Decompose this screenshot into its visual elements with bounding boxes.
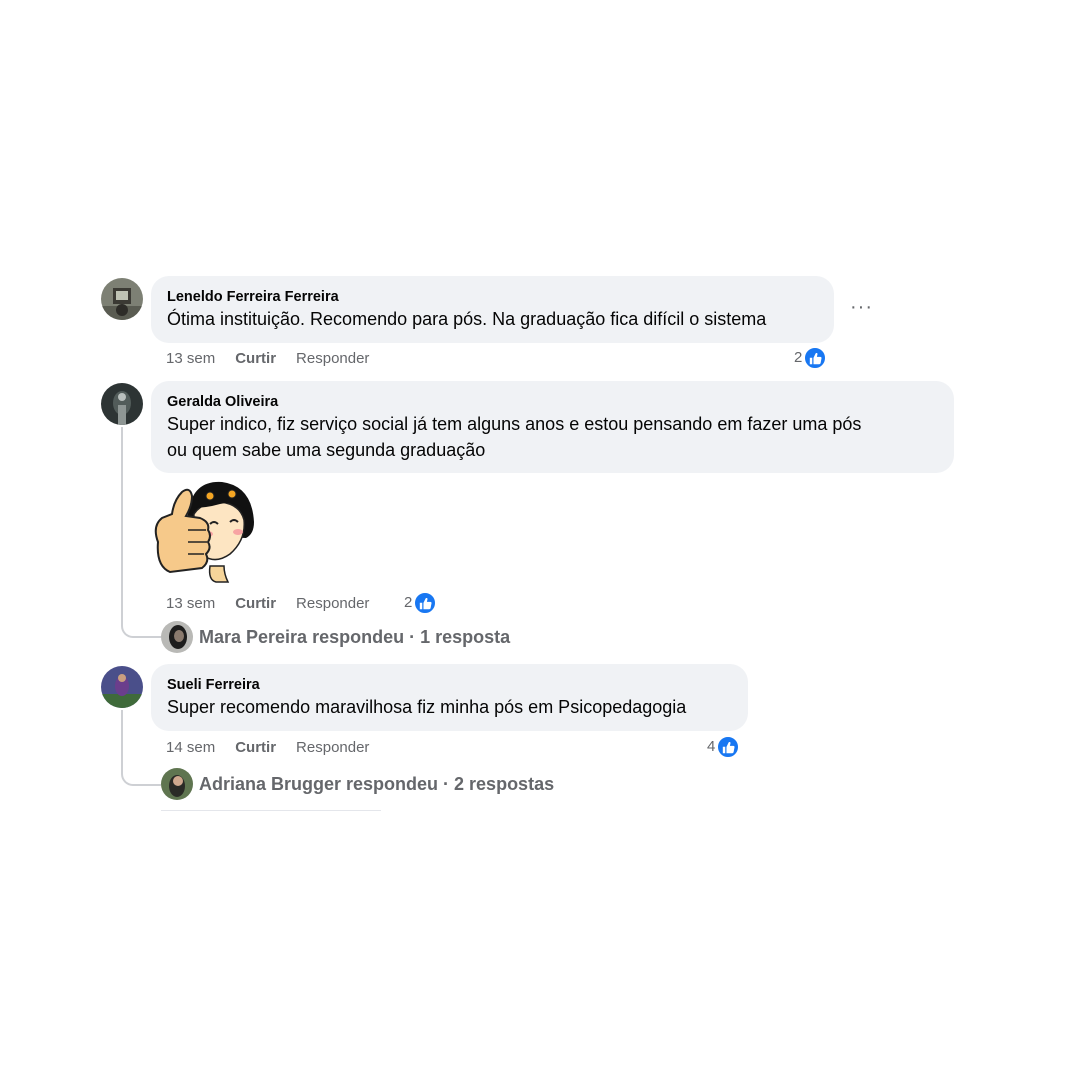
comment-author[interactable]: Sueli Ferreira	[167, 676, 732, 694]
comment-actions: 13 sem Curtir Responder	[166, 349, 369, 369]
replies-label: Mara Pereira respondeu · 1 resposta	[199, 626, 511, 647]
like-reaction-icon	[413, 591, 438, 615]
thread-connector-line	[121, 710, 123, 770]
thumbs-up-sticker[interactable]	[150, 478, 258, 586]
avatar-mara	[161, 621, 193, 653]
comment-bubble-sueli: Sueli Ferreira Super recomendo maravilho…	[151, 664, 748, 731]
comment-actions: 13 sem Curtir Responder	[166, 594, 369, 614]
reaction-number: 4	[707, 738, 716, 755]
comment-bubble-geralda: Geralda Oliveira Super indico, fiz servi…	[151, 381, 954, 473]
reaction-count[interactable]: 4	[707, 735, 741, 759]
reply-button[interactable]: Responder	[296, 739, 369, 756]
thread-connector-curve	[121, 766, 161, 786]
comment-author[interactable]: Leneldo Ferreira Ferreira	[167, 288, 818, 306]
thread-connector-curve	[121, 618, 161, 638]
comment-author[interactable]: Geralda Oliveira	[167, 393, 938, 411]
comment-text-line-1: Super indico, fiz serviço social já tem …	[167, 414, 862, 434]
like-button[interactable]: Curtir	[235, 595, 276, 612]
avatar-adriana	[161, 768, 193, 800]
divider	[161, 810, 381, 811]
view-replies-link[interactable]: Adriana Brugger respondeu · 2 respostas	[161, 768, 554, 800]
reaction-number: 2	[404, 594, 413, 611]
like-button[interactable]: Curtir	[235, 350, 276, 367]
comment-actions: 14 sem Curtir Responder	[166, 738, 369, 758]
reply-button[interactable]: Responder	[296, 350, 369, 367]
like-reaction-icon	[803, 346, 828, 370]
like-reaction-icon	[716, 735, 741, 759]
avatar-sueli[interactable]	[101, 666, 143, 708]
avatar-leneldo[interactable]	[101, 278, 143, 320]
more-options-icon[interactable]: ···	[850, 296, 873, 319]
comment-text: Ótima instituição. Recomendo para pós. N…	[167, 309, 767, 329]
avatar-geralda[interactable]	[101, 383, 143, 425]
comment-timestamp[interactable]: 13 sem	[166, 595, 215, 612]
reaction-count[interactable]: 2	[794, 346, 828, 370]
like-button[interactable]: Curtir	[235, 739, 276, 756]
reaction-number: 2	[794, 349, 803, 366]
comment-timestamp[interactable]: 13 sem	[166, 350, 215, 367]
comment-text-line-2: ou quem sabe uma segunda graduação	[167, 440, 486, 460]
reply-button[interactable]: Responder	[296, 595, 369, 612]
replies-label: Adriana Brugger respondeu · 2 respostas	[199, 773, 555, 794]
comment-timestamp[interactable]: 14 sem	[166, 739, 215, 756]
comment-bubble-leneldo: Leneldo Ferreira Ferreira Ótima institui…	[151, 276, 834, 343]
view-replies-link[interactable]: Mara Pereira respondeu · 1 resposta	[161, 621, 510, 653]
comment-text: Super recomendo maravilhosa fiz minha pó…	[167, 697, 687, 717]
thread-connector-line	[121, 427, 123, 622]
reaction-count[interactable]: 2	[404, 591, 438, 615]
